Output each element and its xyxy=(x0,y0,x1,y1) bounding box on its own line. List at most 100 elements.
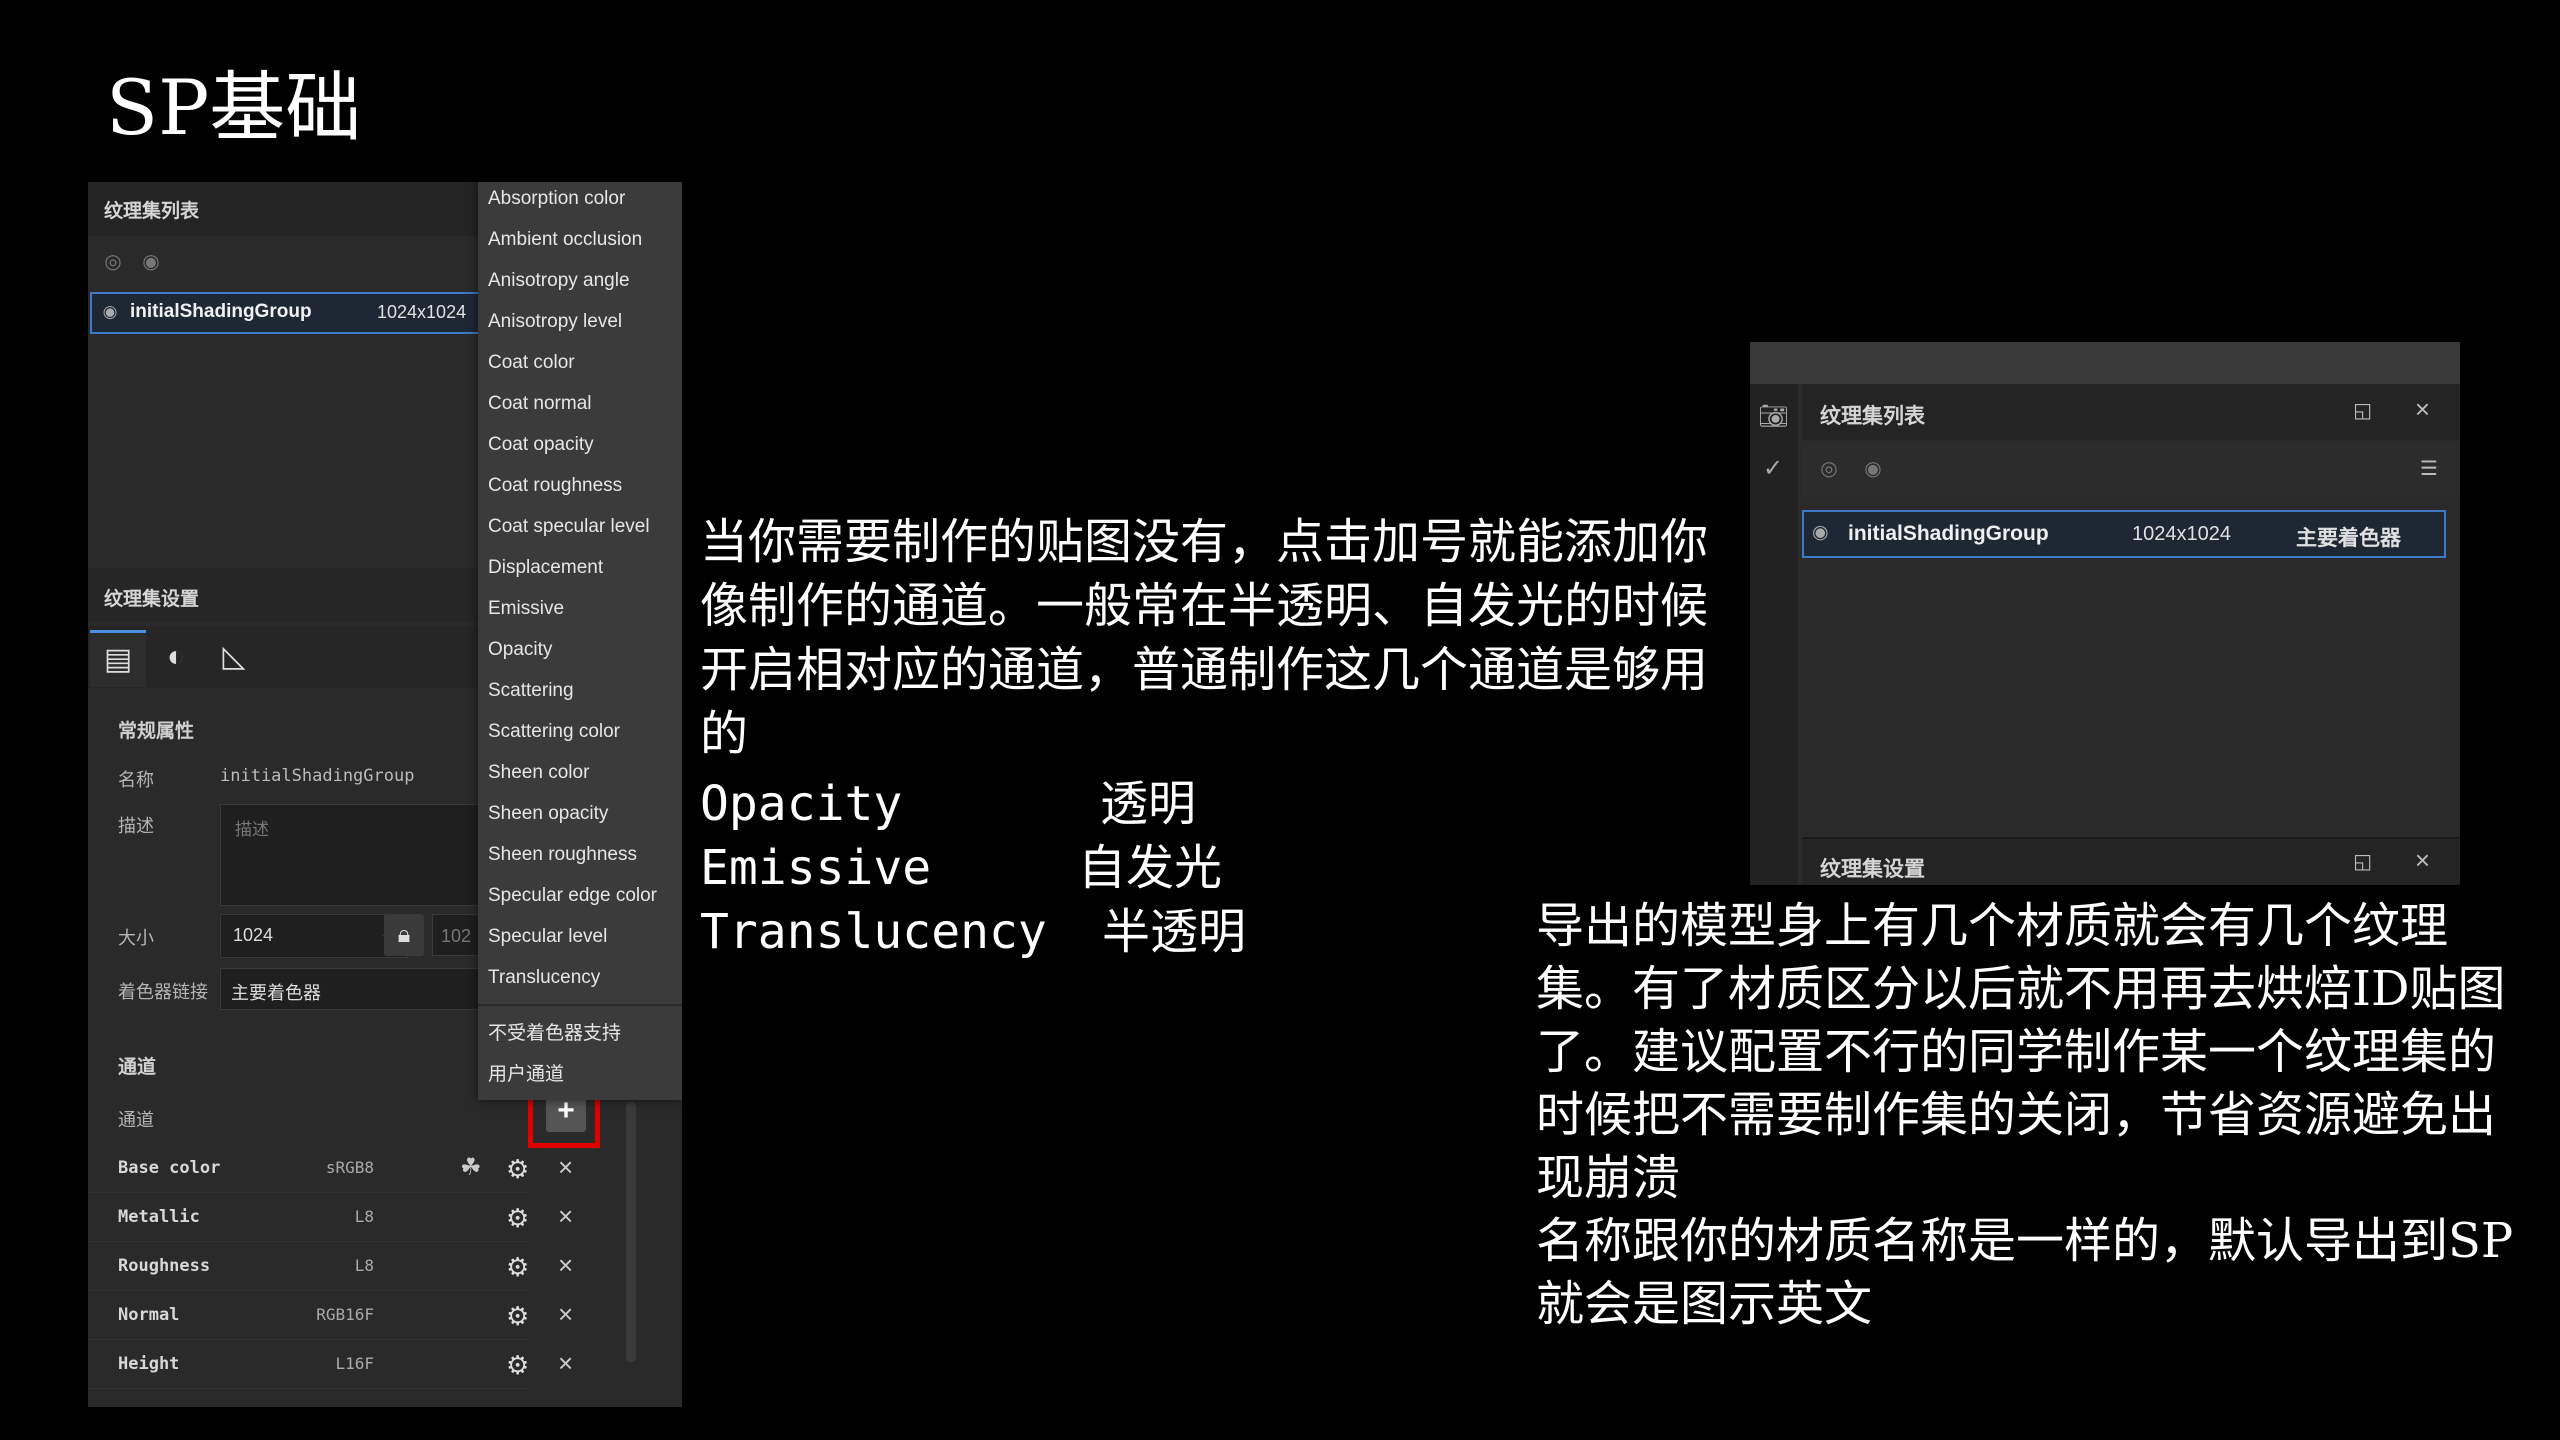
texture-set-list-title: 纹理集列表 xyxy=(104,201,200,222)
close-icon[interactable]: × xyxy=(558,1250,573,1281)
channel-name: Roughness xyxy=(118,1256,211,1276)
channel-row[interactable]: Height L16F ⚙ × xyxy=(88,1340,573,1389)
texture-set-resolution: 1024x1024 xyxy=(2132,523,2231,545)
term-cn: 透明 xyxy=(1100,776,1197,832)
hide-all-icon[interactable]: ◎ xyxy=(1816,456,1842,482)
side-toolbar: 📷︎ ✓ xyxy=(1750,384,1798,885)
close-icon[interactable]: × xyxy=(558,1348,573,1379)
menu-item[interactable]: 用户通道 xyxy=(488,1059,564,1086)
texture-set-list-header: 纹理集列表 ◱ × xyxy=(1802,384,2460,440)
menu-item[interactable]: Absorption color xyxy=(488,188,625,210)
add-channel-menu: Absorption color Ambient occlusion Aniso… xyxy=(478,182,682,1100)
term-en: Opacity xyxy=(700,776,903,832)
menu-item[interactable]: 不受着色器支持 xyxy=(488,1018,621,1045)
texture-set-resolution: 1024x1024 xyxy=(377,302,467,322)
shader-link-label: 着色器链接 xyxy=(118,982,208,1002)
gear-icon[interactable]: ⚙ xyxy=(506,1301,529,1332)
channel-format: L8 xyxy=(354,1207,374,1226)
close-icon[interactable]: × xyxy=(558,1299,573,1330)
channel-row[interactable]: Roughness L8 ⚙ × xyxy=(88,1242,573,1291)
show-all-icon[interactable]: ◉ xyxy=(138,249,164,275)
camera-icon[interactable]: 📷︎ xyxy=(1758,402,1788,432)
eye-icon[interactable]: ◉ xyxy=(98,300,122,324)
gear-icon[interactable]: ⚙ xyxy=(506,1350,529,1381)
texture-set-list-panel-closeup: 📷︎ ✓ 纹理集列表 ◱ × ◎ ◉ ☰ ◉ initialShadingGro… xyxy=(1750,342,2460,885)
texture-set-shader: 主要着色器 xyxy=(2296,527,2401,550)
texture-set-row[interactable]: ◉ initialShadingGroup 1024x1024 主要着色器 xyxy=(1802,510,2446,558)
general-properties-label: 常规属性 xyxy=(118,721,195,742)
channels-scrollbar[interactable] xyxy=(626,1102,636,1362)
menu-item[interactable]: Sheen opacity xyxy=(488,803,608,825)
close-icon[interactable]: × xyxy=(558,1201,573,1232)
channel-name: Metallic xyxy=(118,1207,200,1227)
texture-set-settings-title: 纹理集设置 xyxy=(1820,858,1925,881)
close-icon[interactable]: × xyxy=(2415,394,2430,425)
menu-item[interactable]: Emissive xyxy=(488,598,564,620)
channel-name: Base color xyxy=(118,1158,221,1178)
channel-row[interactable]: Metallic L8 ⚙ × xyxy=(88,1193,573,1242)
channels-label: 通道 xyxy=(118,1110,154,1130)
menu-item[interactable]: Opacity xyxy=(488,639,552,661)
color-channels-icon[interactable]: ☘ xyxy=(460,1153,482,1182)
menu-item[interactable]: Scattering xyxy=(488,680,574,702)
description-field[interactable]: 描述 xyxy=(220,804,522,906)
shader-select[interactable]: 主要着色器 xyxy=(220,968,522,1010)
menu-item[interactable]: Ambient occlusion xyxy=(488,229,642,251)
maximize-icon[interactable]: ◱ xyxy=(2353,398,2372,423)
menu-item[interactable]: Coat color xyxy=(488,352,575,374)
term-en: Translucency xyxy=(700,904,1047,960)
check-icon[interactable]: ✓ xyxy=(1758,454,1788,484)
menu-separator xyxy=(478,1004,682,1006)
name-label: 名称 xyxy=(118,770,154,790)
filter-menu-icon[interactable]: ☰ xyxy=(2416,456,2442,482)
channel-format: L8 xyxy=(354,1256,374,1275)
shader-value: 主要着色器 xyxy=(231,983,321,1003)
texture-set-settings-header: 纹理集设置 ◱ × xyxy=(1802,837,2460,885)
channel-row[interactable]: Base color sRGB8 ☘ ⚙ × xyxy=(88,1144,573,1193)
tab-material-icon[interactable]: ◐ xyxy=(148,630,204,684)
channel-row[interactable]: Normal RGB16F ⚙ × xyxy=(88,1291,573,1340)
menu-item[interactable]: Specular edge color xyxy=(488,885,657,907)
size-value: 1024 xyxy=(233,925,274,945)
eye-icon[interactable]: ◉ xyxy=(1812,521,1829,544)
menu-item[interactable]: Coat normal xyxy=(488,393,592,415)
texture-set-row[interactable]: ◉ initialShadingGroup 1024x1024 xyxy=(90,292,524,334)
channel-format: RGB16F xyxy=(316,1305,374,1324)
gear-icon[interactable]: ⚙ xyxy=(506,1203,529,1234)
channels-section-title: 通道 xyxy=(118,1057,157,1078)
menu-item[interactable]: Anisotropy level xyxy=(488,311,622,333)
panel-top-bar xyxy=(1750,342,2460,384)
tab-settings-icon[interactable]: ▤ xyxy=(90,630,146,687)
menu-item[interactable]: Sheen color xyxy=(488,762,589,784)
menu-item[interactable]: Scattering color xyxy=(488,721,620,743)
size-secondary-field[interactable]: 102 xyxy=(432,914,482,956)
hide-all-icon[interactable]: ◎ xyxy=(100,249,126,275)
texture-set-list-title: 纹理集列表 xyxy=(1820,405,1925,428)
lock-icon[interactable]: 🔒︎ xyxy=(384,914,424,956)
menu-item[interactable]: Anisotropy angle xyxy=(488,270,630,292)
menu-item[interactable]: Sheen roughness xyxy=(488,844,637,866)
texture-set-settings-title: 纹理集设置 xyxy=(104,589,200,610)
close-icon[interactable]: × xyxy=(558,1152,573,1183)
description-placeholder: 描述 xyxy=(235,820,269,839)
gear-icon[interactable]: ⚙ xyxy=(506,1252,529,1283)
menu-item[interactable]: Coat opacity xyxy=(488,434,594,456)
channel-format: sRGB8 xyxy=(325,1158,374,1177)
channel-name: Normal xyxy=(118,1305,180,1325)
tab-uv-icon[interactable]: ◺ xyxy=(206,630,262,684)
right-paragraph-2: 名称跟你的材质名称是一样的，默认导出到SP就会是图示英文 xyxy=(1536,1213,2514,1332)
menu-item[interactable]: Displacement xyxy=(488,557,603,579)
name-value: initialShadingGroup xyxy=(220,766,415,786)
close-icon[interactable]: × xyxy=(2415,845,2430,876)
size-select[interactable]: 1024 ⌄ xyxy=(220,914,408,958)
gear-icon[interactable]: ⚙ xyxy=(506,1154,529,1185)
size-label: 大小 xyxy=(118,928,154,948)
maximize-icon[interactable]: ◱ xyxy=(2353,849,2372,874)
menu-item[interactable]: Coat specular level xyxy=(488,516,650,538)
show-all-icon[interactable]: ◉ xyxy=(1860,456,1886,482)
menu-item[interactable]: Translucency xyxy=(488,967,600,989)
menu-item[interactable]: Specular level xyxy=(488,926,607,948)
term-cn: 自发光 xyxy=(1078,840,1223,896)
menu-item[interactable]: Coat roughness xyxy=(488,475,622,497)
visibility-toolbar: ◎ ◉ ☰ xyxy=(1802,442,2460,496)
